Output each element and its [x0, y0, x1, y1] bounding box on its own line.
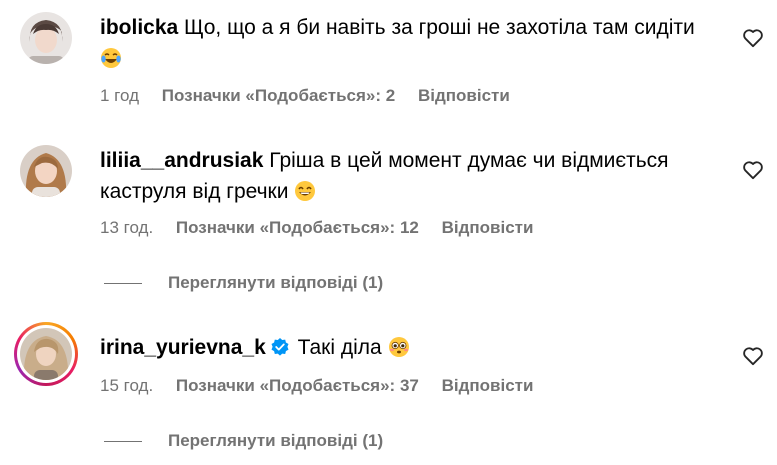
comment-username[interactable]: irina_yurievna_k: [100, 336, 266, 359]
comment-time[interactable]: 1 год: [100, 86, 139, 105]
grinning-emoji: [294, 180, 316, 211]
comment-meta: 15 год. Позначки «Подобається»: 37 Відпо…: [100, 376, 551, 396]
comment-username[interactable]: ibolicka: [100, 16, 178, 39]
view-replies-label: Переглянути відповіді (1): [168, 431, 384, 450]
comment-meta: 1 год Позначки «Подобається»: 2 Відповіс…: [100, 86, 528, 106]
replies-divider: [104, 283, 142, 285]
avatar[interactable]: [20, 12, 72, 64]
story-ring[interactable]: [14, 322, 78, 386]
comment-time[interactable]: 13 год.: [100, 218, 153, 237]
comment-text: liliia__andrusiak Гріша в цей момент дум…: [100, 145, 720, 211]
avatar[interactable]: [20, 328, 72, 380]
heart-icon[interactable]: [742, 160, 764, 180]
view-replies-label: Переглянути відповіді (1): [168, 273, 384, 292]
verified-badge-icon: [270, 335, 290, 366]
reply-button[interactable]: Відповісти: [442, 218, 534, 237]
comment-text: ibolicka Що, що а я би навіть за гроші н…: [100, 12, 720, 78]
view-replies-button[interactable]: Переглянути відповіді (1): [104, 431, 383, 451]
comment-meta: 13 год. Позначки «Подобається»: 12 Відпо…: [100, 218, 551, 238]
comment-username[interactable]: liliia__andrusiak: [100, 149, 263, 172]
heart-icon[interactable]: [742, 28, 764, 48]
comment-item: ibolicka Що, що а я би навіть за гроші н…: [0, 0, 777, 120]
replies-divider: [104, 441, 142, 443]
likes-count[interactable]: Позначки «Подобається»: 37: [176, 376, 419, 395]
view-replies-button[interactable]: Переглянути відповіді (1): [104, 273, 383, 293]
laughing-tears-emoji: [100, 47, 122, 78]
reply-button[interactable]: Відповісти: [418, 86, 510, 105]
avatar[interactable]: [20, 145, 72, 197]
comment-body: Такі діла: [297, 336, 382, 359]
heart-icon[interactable]: [742, 346, 764, 366]
likes-count[interactable]: Позначки «Подобається»: 2: [162, 86, 395, 105]
likes-count[interactable]: Позначки «Подобається»: 12: [176, 218, 419, 237]
reply-button[interactable]: Відповісти: [442, 376, 534, 395]
comment-body: Що, що а я би навіть за гроші не захотіл…: [184, 16, 695, 39]
comment-text: irina_yurievna_k Такі діла: [100, 332, 720, 367]
comment-time[interactable]: 15 год.: [100, 376, 153, 395]
comment-item: irina_yurievna_k Такі діла 15 год. Позна…: [0, 318, 777, 465]
comment-item: liliia__andrusiak Гріша в цей момент дум…: [0, 140, 777, 300]
flushed-emoji: [388, 336, 410, 367]
